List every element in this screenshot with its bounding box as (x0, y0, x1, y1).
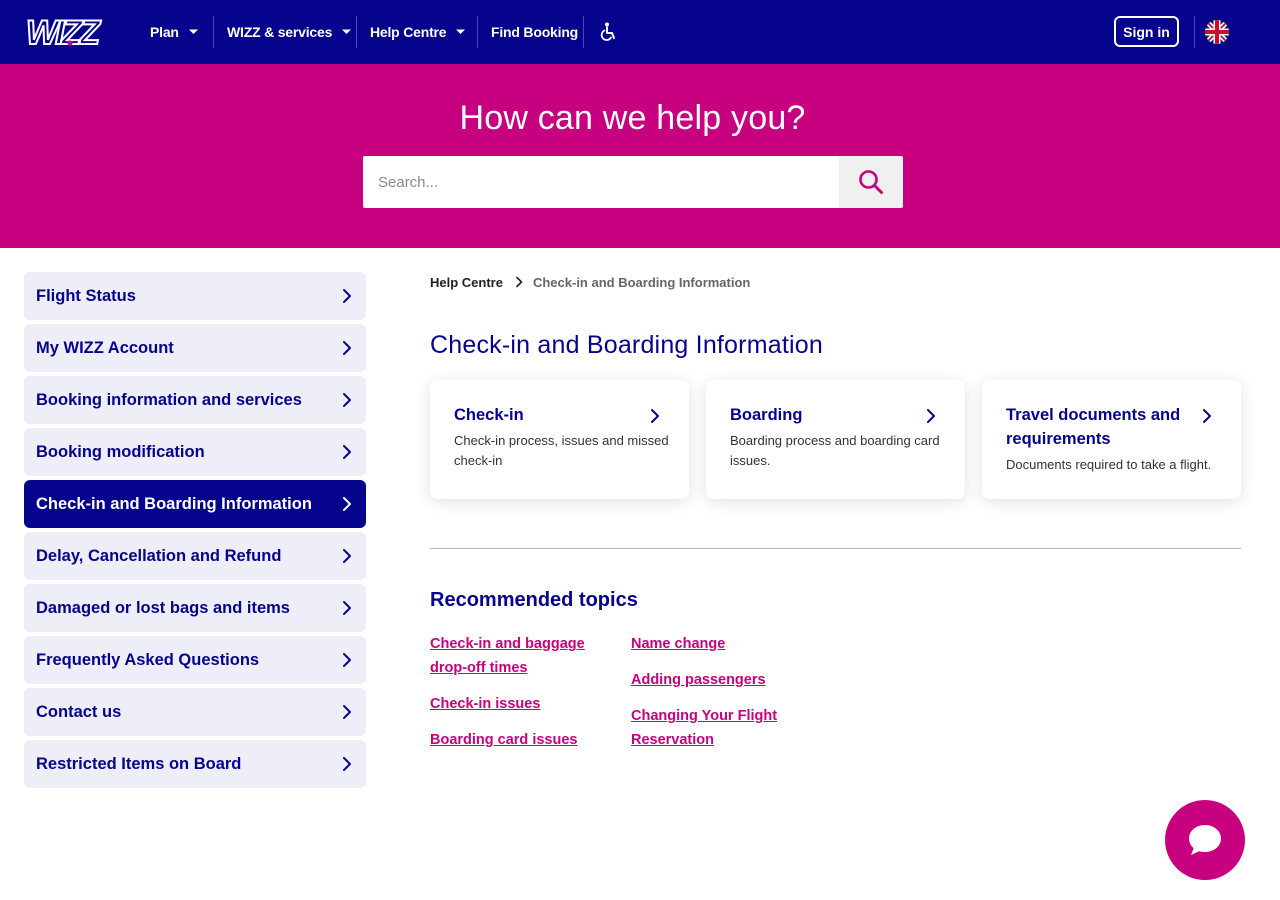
chevron-right-icon (343, 393, 351, 407)
sidebar-item-faq[interactable]: Frequently Asked Questions (24, 636, 366, 684)
sign-in-button[interactable]: Sign in (1114, 16, 1179, 47)
chevron-down-icon (188, 29, 198, 34)
sidebar-item-damaged-lost-bags[interactable]: Damaged or lost bags and items (24, 584, 366, 632)
nav-help-centre[interactable]: Help Centre (370, 16, 466, 48)
nav-plan-label: Plan (150, 24, 179, 40)
section-divider (430, 548, 1241, 549)
link-adding-passengers[interactable]: Adding passengers (631, 668, 766, 692)
sidebar-item-flight-status[interactable]: Flight Status (24, 272, 366, 320)
breadcrumb-help-centre[interactable]: Help Centre (430, 275, 503, 290)
sign-in-label: Sign in (1123, 23, 1170, 40)
hero-banner: How can we help you? (0, 64, 1280, 248)
nav-help-centre-label: Help Centre (370, 24, 447, 40)
recommended-topics-title: Recommended topics (430, 589, 638, 611)
link-check-in-issues[interactable]: Check-in issues (430, 692, 540, 716)
chevron-right-icon (343, 653, 351, 667)
card-check-in[interactable]: Check-in Check-in process, issues and mi… (430, 380, 689, 499)
chat-button[interactable] (1165, 800, 1245, 880)
sidebar-item-label: Flight Status (36, 286, 136, 305)
card-description: Boarding process and boarding card issue… (730, 433, 940, 468)
nav-separator (356, 16, 357, 48)
chevron-right-icon (343, 445, 351, 459)
card-title: Travel documents and requirements (1006, 406, 1181, 448)
chevron-right-icon (343, 289, 351, 303)
nav-separator (583, 16, 584, 48)
nav-wizz-services-label: WIZZ & services (227, 24, 333, 40)
sidebar-item-label: Frequently Asked Questions (36, 650, 260, 669)
sidebar-item-booking-modification[interactable]: Booking modification (24, 428, 366, 476)
sidebar-item-check-in-boarding[interactable]: Check-in and Boarding Information (24, 480, 366, 528)
chevron-down-icon (456, 29, 466, 34)
sidebar-item-label: My WIZZ Account (36, 338, 174, 357)
top-navigation: WIZZ Plan WIZZ & services Help Centre Fi… (0, 0, 1280, 64)
sidebar-item-contact-us[interactable]: Contact us (24, 688, 366, 736)
chevron-right-icon (343, 601, 351, 615)
sidebar-item-label: Delay, Cancellation and Refund (36, 546, 282, 565)
svg-text:WIZZ: WIZZ (26, 14, 101, 52)
uk-flag-icon[interactable] (1205, 20, 1229, 44)
chevron-right-icon (343, 341, 351, 355)
sidebar-item-label: Booking information and services (36, 390, 302, 409)
card-boarding[interactable]: Boarding Boarding process and boarding c… (706, 380, 965, 499)
breadcrumb-current: Check-in and Boarding Information (532, 274, 751, 290)
nav-separator (1194, 16, 1195, 48)
sidebar-menu: Flight Status My WIZZ Account Booking in… (24, 272, 366, 792)
card-description: Documents required to take a flight. (1006, 457, 1212, 472)
sidebar-item-label: Booking modification (36, 442, 205, 461)
nav-wizz-services[interactable]: WIZZ & services (227, 16, 352, 48)
search-icon (859, 170, 883, 194)
chat-bubble-icon (1189, 825, 1221, 855)
wheelchair-icon[interactable] (598, 22, 618, 42)
chevron-right-icon (651, 409, 659, 423)
sidebar-item-my-wizz-account[interactable]: My WIZZ Account (24, 324, 366, 372)
chevron-right-icon (927, 409, 935, 423)
sidebar-item-delay-cancellation[interactable]: Delay, Cancellation and Refund (24, 532, 366, 580)
chevron-down-icon (342, 29, 352, 34)
sidebar-item-label: Restricted Items on Board (36, 754, 242, 773)
wizz-logo[interactable]: WIZZ (24, 12, 114, 52)
chevron-right-icon (343, 497, 351, 511)
sidebar-item-booking-information[interactable]: Booking information and services (24, 376, 366, 424)
sidebar-item-label: Contact us (36, 702, 122, 721)
link-changing-flight-reservation[interactable]: Changing Your Flight Reservation (631, 704, 801, 752)
card-description: Check-in process, issues and missed chec… (454, 433, 669, 468)
search-button[interactable] (839, 156, 903, 208)
card-title: Check-in (454, 406, 524, 424)
chevron-right-icon (343, 705, 351, 719)
nav-plan[interactable]: Plan (150, 16, 199, 48)
hero-title: How can we help you? (459, 99, 806, 137)
nav-find-booking-label: Find Booking (491, 24, 579, 40)
nav-separator (477, 16, 478, 48)
sidebar-item-label: Damaged or lost bags and items (36, 598, 290, 617)
link-name-change[interactable]: Name change (631, 632, 725, 656)
search-input[interactable] (363, 156, 839, 208)
nav-find-booking[interactable]: Find Booking (491, 16, 578, 48)
chevron-right-icon (343, 549, 351, 563)
page-title: Check-in and Boarding Information (430, 331, 823, 359)
nav-separator (213, 16, 214, 48)
card-title: Boarding (730, 406, 803, 424)
sidebar-item-restricted-items[interactable]: Restricted Items on Board (24, 740, 366, 788)
link-boarding-card-issues[interactable]: Boarding card issues (430, 728, 577, 752)
sidebar-item-label: Check-in and Boarding Information (36, 494, 312, 513)
chevron-right-icon (1203, 409, 1211, 423)
link-check-in-baggage-times[interactable]: Check-in and baggage drop-off times (430, 632, 605, 680)
chevron-right-icon (516, 276, 523, 288)
breadcrumb: Help Centre Check-in and Boarding Inform… (430, 273, 750, 291)
chevron-right-icon (343, 757, 351, 771)
card-travel-documents[interactable]: Travel documents and requirements Docume… (982, 380, 1241, 499)
